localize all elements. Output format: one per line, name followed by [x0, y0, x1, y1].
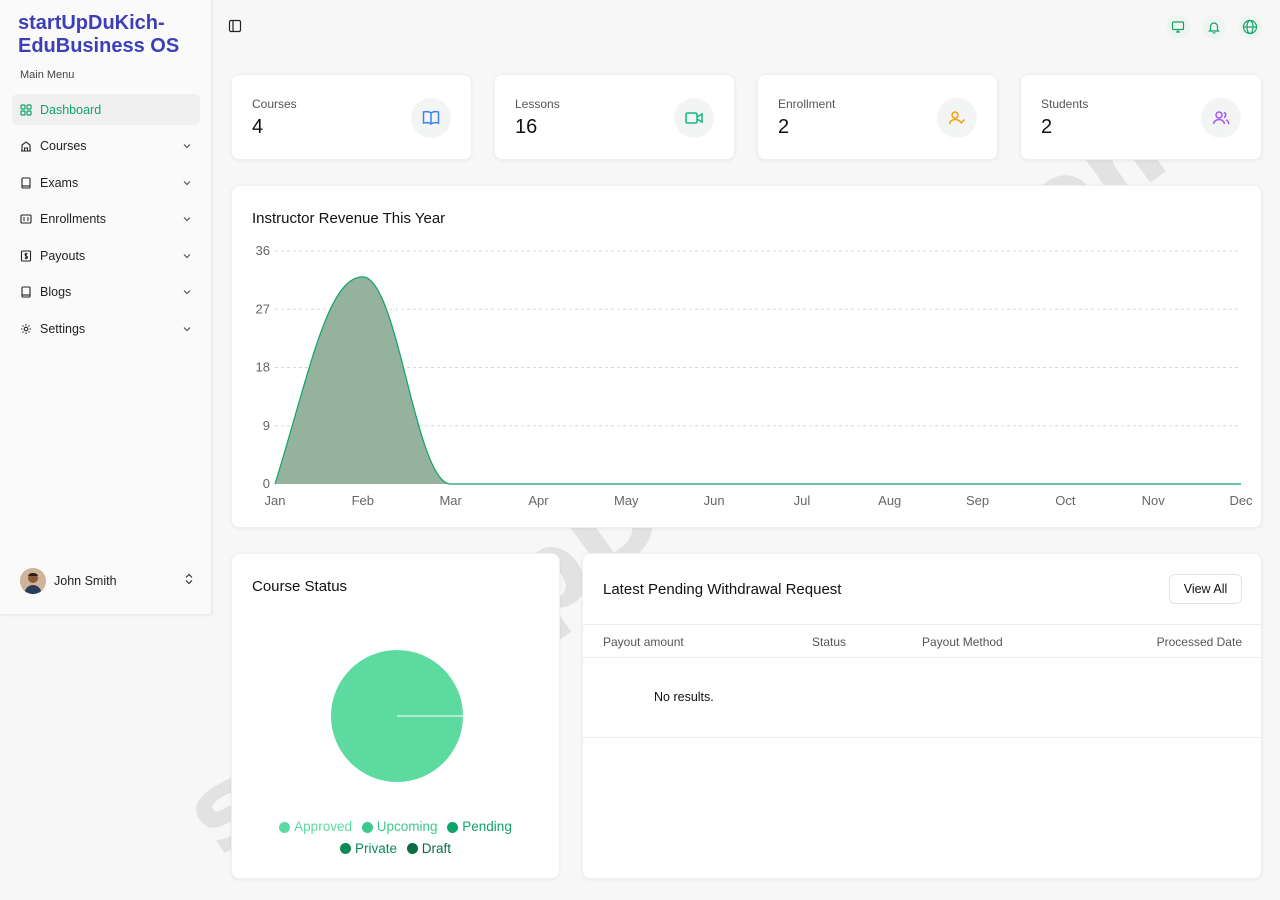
y-tick-label: 0 — [263, 476, 270, 491]
open-book-icon — [411, 98, 451, 138]
chevron-down-icon[interactable] — [182, 214, 192, 224]
legend-item-pending[interactable]: Pending — [447, 817, 512, 837]
legend-item-draft[interactable]: Draft — [406, 839, 452, 859]
stat-label: Enrollment — [778, 97, 836, 111]
sidebar-item-courses[interactable]: Courses — [12, 131, 200, 162]
empty-state-text: No results. — [654, 690, 714, 704]
user-menu[interactable]: John Smith — [14, 566, 200, 596]
sidebar-item-settings[interactable]: Settings — [12, 314, 200, 345]
dollar-icon — [20, 250, 32, 262]
menu-section-label: Main Menu — [20, 69, 75, 81]
brand-title: startUpDuKich-EduBusiness OS — [18, 12, 180, 57]
stat-label: Students — [1041, 97, 1089, 111]
x-tick-label: Nov — [1142, 493, 1166, 508]
chevron-down-icon[interactable] — [182, 178, 192, 188]
withdrawal-title: Latest Pending Withdrawal Request — [603, 581, 842, 598]
bell-icon[interactable] — [1202, 15, 1226, 39]
sidebar-item-exams[interactable]: Exams — [12, 167, 200, 198]
legend-item-approved[interactable]: Approved — [279, 817, 352, 837]
user-name: John Smith — [54, 574, 117, 588]
y-tick-label: 27 — [256, 301, 270, 316]
sidebar-item-label: Enrollments — [40, 212, 106, 227]
pie-legend: Approved Upcoming Pending Private Draft — [232, 817, 559, 860]
column-header-status[interactable]: Status — [812, 635, 846, 649]
sidebar-item-label: Exams — [40, 175, 79, 190]
table-divider — [583, 737, 1261, 738]
x-tick-label: May — [614, 493, 639, 508]
id-card-icon — [20, 213, 32, 225]
view-all-button[interactable]: View All — [1169, 574, 1242, 604]
users-icon — [1201, 98, 1241, 138]
video-icon — [674, 98, 714, 138]
x-tick-label: Jul — [794, 493, 811, 508]
table-header: Payout amount Status Payout Method Proce… — [583, 624, 1261, 658]
legend-label: Pending — [462, 819, 512, 834]
column-header-processed-date[interactable]: Processed Date — [1157, 635, 1242, 649]
legend-label: Approved — [294, 819, 352, 834]
sidebar-item-dashboard[interactable]: Dashboard — [12, 94, 200, 125]
legend-label: Private — [354, 840, 397, 856]
stat-value: 2 — [778, 116, 790, 138]
y-tick-label: 18 — [256, 360, 270, 375]
column-header-payout-amount[interactable]: Payout amount — [603, 635, 684, 649]
legend-item-private[interactable]: Private — [339, 839, 397, 859]
x-tick-label: Jun — [704, 493, 725, 508]
stat-card-students: Students 2 — [1020, 74, 1262, 160]
x-tick-label: Oct — [1055, 493, 1076, 508]
sidebar-item-enrollments[interactable]: Enrollments — [12, 204, 200, 235]
sidebar-toggle-icon[interactable] — [228, 19, 244, 35]
sidebar-item-label: Blogs — [40, 285, 72, 300]
legend-label: Upcoming — [376, 819, 438, 834]
monitor-icon[interactable] — [1166, 15, 1190, 39]
chevrons-up-down-icon[interactable] — [184, 572, 194, 590]
chevron-down-icon[interactable] — [182, 324, 192, 334]
sidebar-item-label: Settings — [40, 322, 86, 337]
topbar-actions — [1166, 15, 1262, 39]
legend-label: Draft — [421, 840, 452, 856]
x-tick-label: Dec — [1229, 493, 1253, 508]
notebook-icon — [20, 286, 32, 299]
y-tick-label: 36 — [256, 243, 270, 258]
main-nav: Dashboard Courses Exams Enrollments Payo… — [12, 94, 200, 350]
x-tick-label: Sep — [966, 493, 989, 508]
sidebar-item-blogs[interactable]: Blogs — [12, 277, 200, 308]
column-header-payout-method[interactable]: Payout Method — [922, 635, 1003, 649]
y-tick-label: 9 — [263, 418, 270, 433]
grid-icon — [20, 103, 32, 116]
avatar — [20, 568, 46, 594]
course-status-card: Course Status Approved Upcoming Pending … — [231, 553, 560, 879]
legend-item-upcoming[interactable]: Upcoming — [361, 817, 438, 837]
stat-value: 4 — [252, 116, 264, 138]
stat-card-enrollment: Enrollment 2 — [757, 74, 998, 160]
building-icon — [20, 140, 32, 152]
sidebar-item-label: Dashboard — [40, 102, 102, 117]
x-tick-label: Mar — [439, 493, 462, 508]
chevron-down-icon[interactable] — [182, 251, 192, 261]
sidebar: startUpDuKich-EduBusiness OS Main Menu D… — [0, 0, 212, 614]
chevron-down-icon[interactable] — [182, 141, 192, 151]
stat-label: Lessons — [515, 97, 560, 111]
x-tick-label: Apr — [528, 493, 549, 508]
chevron-down-icon[interactable] — [182, 287, 192, 297]
withdrawal-card: Latest Pending Withdrawal Request View A… — [582, 553, 1262, 879]
sidebar-item-label: Courses — [40, 139, 87, 154]
sidebar-item-payouts[interactable]: Payouts — [12, 240, 200, 271]
x-tick-label: Feb — [352, 493, 374, 508]
x-tick-label: Jan — [265, 493, 286, 508]
stat-card-lessons: Lessons 16 — [494, 74, 735, 160]
stat-card-courses: Courses 4 — [231, 74, 472, 160]
revenue-area — [275, 276, 1241, 484]
revenue-area-chart: 0 9 18 27 36 Jan Feb Mar Apr May Jun Jul Aug Sep Oct No… — [256, 243, 1254, 508]
globe-icon[interactable] — [1238, 15, 1262, 39]
user-check-icon — [937, 98, 977, 138]
stat-value: 2 — [1041, 116, 1053, 138]
gear-icon — [20, 323, 32, 335]
x-tick-label: Aug — [878, 493, 901, 508]
revenue-chart-card: Instructor Revenue This Year 0 9 18 27 36 Jan… — [231, 185, 1262, 528]
book-icon — [20, 177, 32, 189]
sidebar-item-label: Payouts — [40, 248, 86, 263]
stat-value: 16 — [515, 116, 538, 138]
stat-label: Courses — [252, 97, 297, 111]
